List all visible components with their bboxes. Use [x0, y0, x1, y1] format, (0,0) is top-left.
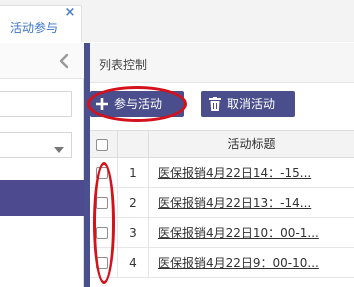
cancel-activity-label: 取消活动	[227, 97, 276, 111]
list-panel-header: 列表控制	[90, 43, 354, 83]
page-title: 列表控制	[99, 58, 148, 72]
app-window: 活动参与 × 列表控制 参与活动 取消活动 活动标题 1 医保报销4月22日14…	[0, 0, 354, 287]
table-row[interactable]: 2 医保报销4月22日13：-14...	[90, 188, 354, 218]
tab-activity-participation[interactable]: 活动参与 ×	[0, 5, 82, 42]
activity-title-link[interactable]: 医保报销4月22日10：00-1...	[158, 218, 354, 248]
close-icon[interactable]: ×	[64, 6, 76, 19]
header-checkbox-cell	[90, 131, 118, 159]
column-header-title: 活动标题	[227, 137, 276, 151]
activity-title-link[interactable]: 医保报销4月22日13：-14...	[158, 188, 354, 218]
filter-panel-header	[0, 43, 84, 79]
row-index: 1	[118, 158, 149, 188]
list-panel: 列表控制 参与活动 取消活动 活动标题 1 医保报销4月22日14：-15...…	[87, 43, 354, 287]
table-row[interactable]: 4 医保报销4月22日9：00-10...	[90, 248, 354, 278]
caret-down-icon	[54, 142, 64, 153]
annotation-oval-join-button	[87, 86, 187, 122]
query-button[interactable]	[0, 180, 84, 216]
header-index-cell	[118, 131, 149, 159]
table-row[interactable]: 1 医保报销4月22日14：-15...	[90, 158, 354, 188]
trash-icon	[209, 91, 221, 111]
row-index: 3	[118, 218, 149, 248]
tab-strip: 活动参与 ×	[0, 0, 354, 42]
select-all-checkbox[interactable]	[96, 139, 108, 151]
tab-label: 活动参与	[10, 21, 59, 35]
search-input[interactable]	[0, 91, 72, 117]
cancel-activity-button[interactable]: 取消活动	[201, 91, 295, 117]
filter-panel	[0, 43, 84, 287]
table-header: 活动标题	[90, 130, 354, 159]
annotation-oval-checkboxes	[93, 162, 115, 284]
activity-title-link[interactable]: 医保报销4月22日9：00-10...	[158, 248, 354, 278]
activity-title-link[interactable]: 医保报销4月22日14：-15...	[158, 158, 354, 188]
filter-select[interactable]	[0, 132, 72, 158]
activity-table: 活动标题 1 医保报销4月22日14：-15... 2 医保报销4月22日13：…	[90, 130, 354, 287]
table-row[interactable]: 3 医保报销4月22日10：00-1...	[90, 218, 354, 248]
chevron-left-icon[interactable]	[56, 51, 72, 71]
row-index: 2	[118, 188, 149, 218]
row-index: 4	[118, 248, 149, 278]
